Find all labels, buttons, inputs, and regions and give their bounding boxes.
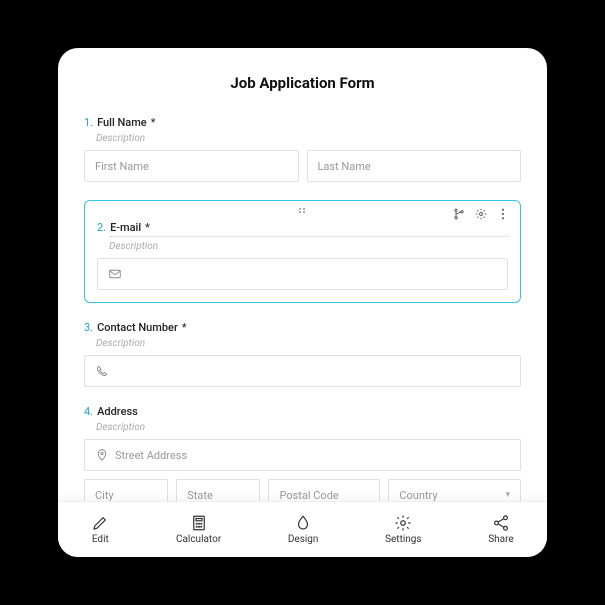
placeholder: Postal Code (279, 489, 338, 502)
address-subrow: City State Postal Code Country ▾ (84, 479, 521, 501)
gear-icon (394, 514, 412, 532)
required-mark: * (182, 321, 187, 334)
required-mark: * (145, 221, 150, 234)
name-input-row: First Name Last Name (84, 150, 521, 182)
field-label-row: 4. Address (84, 405, 521, 418)
chevron-down-icon: ▾ (505, 490, 510, 500)
more-icon[interactable] (496, 207, 510, 221)
street-input[interactable]: Street Address (84, 439, 521, 471)
field-tools (452, 207, 510, 221)
field-number: 1. (84, 116, 93, 129)
nav-edit[interactable]: Edit (91, 514, 109, 545)
placeholder: Street Address (115, 449, 187, 462)
email-input[interactable] (97, 258, 508, 290)
pin-icon (95, 448, 109, 462)
field-label: E-mail (110, 221, 141, 234)
nav-label: Share (488, 534, 513, 545)
placeholder: Country (399, 489, 437, 502)
field-label: Full Name (97, 116, 147, 129)
country-select[interactable]: Country ▾ (388, 479, 521, 501)
envelope-icon (108, 267, 122, 281)
placeholder: Last Name (318, 160, 371, 173)
nav-label: Settings (385, 534, 422, 545)
placeholder: State (187, 489, 213, 502)
postal-input[interactable]: Postal Code (268, 479, 380, 501)
form-builder-card: Job Application Form 1. Full Name * Desc… (58, 48, 547, 557)
phone-input[interactable] (84, 355, 521, 387)
nav-label: Design (288, 534, 319, 545)
field-number: 2. (97, 221, 106, 234)
nav-label: Calculator (176, 534, 221, 545)
nav-label: Edit (92, 534, 109, 545)
field-number: 4. (84, 405, 93, 418)
editable-label[interactable]: E-mail * (110, 221, 508, 237)
field-description[interactable]: Description (109, 241, 508, 252)
placeholder: City (95, 489, 114, 502)
field-description: Description (96, 338, 521, 349)
field-description: Description (96, 422, 521, 433)
field-contact[interactable]: 3. Contact Number * Description (84, 321, 521, 387)
nav-design[interactable]: Design (288, 514, 319, 545)
nav-calculator[interactable]: Calculator (176, 514, 221, 545)
state-input[interactable]: State (176, 479, 260, 501)
field-full-name[interactable]: 1. Full Name * Description First Name La… (84, 116, 521, 182)
field-description: Description (96, 133, 521, 144)
share-icon (492, 514, 510, 532)
drop-icon (294, 514, 312, 532)
first-name-input[interactable]: First Name (84, 150, 299, 182)
nav-settings[interactable]: Settings (385, 514, 422, 545)
field-label-row: 3. Contact Number * (84, 321, 521, 334)
required-mark: * (151, 116, 156, 129)
bottom-nav: Edit Calculator Design Settings Share (58, 501, 547, 557)
field-label: Contact Number (97, 321, 178, 334)
drag-handle-icon[interactable] (297, 207, 309, 218)
field-email-selected[interactable]: 2. E-mail * Description (84, 200, 521, 303)
last-name-input[interactable]: Last Name (307, 150, 522, 182)
field-number: 3. (84, 321, 93, 334)
field-label-row: 1. Full Name * (84, 116, 521, 129)
form-title[interactable]: Job Application Form (84, 74, 521, 92)
placeholder: First Name (95, 160, 149, 173)
branch-icon[interactable] (452, 207, 466, 221)
form-content: Job Application Form 1. Full Name * Desc… (58, 48, 547, 501)
field-label: Address (97, 405, 138, 418)
field-label-row: 2. E-mail * (97, 221, 508, 237)
calculator-icon (190, 514, 208, 532)
city-input[interactable]: City (84, 479, 168, 501)
field-address[interactable]: 4. Address Description Street Address Ci… (84, 405, 521, 501)
phone-icon (95, 364, 109, 378)
nav-share[interactable]: Share (488, 514, 513, 545)
pencil-icon (91, 514, 109, 532)
gear-icon[interactable] (474, 207, 488, 221)
